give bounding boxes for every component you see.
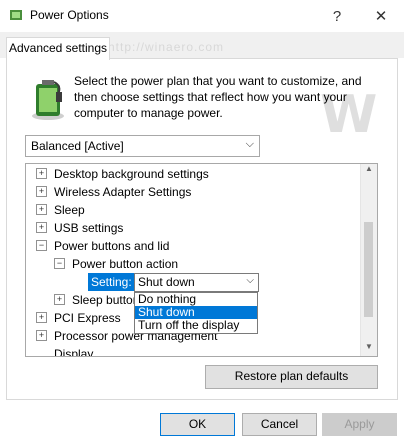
tree-item[interactable]: + Sleep button — [54, 291, 139, 309]
settings-tree[interactable]: + Desktop background settings + Wireless A… — [25, 163, 378, 357]
setting-value: Shut down — [138, 275, 195, 289]
expand-icon[interactable]: + — [36, 312, 47, 324]
tree-item[interactable]: + USB settings — [36, 219, 123, 237]
scroll-up-icon[interactable]: ▲ — [361, 164, 377, 178]
expand-icon[interactable]: + — [36, 204, 47, 216]
power-plan-select[interactable]: Balanced [Active] ⌵ — [25, 135, 260, 157]
window-title: Power Options — [30, 8, 109, 22]
setting-dropdown[interactable]: Do nothing Shut down Turn off the displa… — [134, 292, 258, 334]
tab-advanced-settings[interactable]: Advanced settings — [6, 37, 110, 60]
scrollbar-thumb[interactable] — [364, 222, 373, 317]
tree-item[interactable]: − Power buttons and lid — [36, 237, 169, 255]
expand-icon[interactable]: + — [54, 294, 65, 306]
collapse-icon[interactable]: − — [36, 240, 47, 252]
tree-item[interactable]: + Sleep — [36, 201, 85, 219]
battery-plan-icon — [32, 80, 64, 120]
vertical-scrollbar[interactable]: ▲ ▼ — [360, 164, 377, 356]
help-button[interactable]: ? — [320, 0, 354, 32]
tree-item[interactable]: + Wireless Adapter Settings — [36, 183, 191, 201]
tree-item[interactable]: − Power button action — [54, 255, 178, 273]
expand-icon[interactable]: + — [36, 186, 47, 198]
chevron-down-icon: ⌵ — [246, 275, 254, 286]
power-options-icon — [10, 10, 22, 20]
tree-item[interactable]: Display — [54, 345, 93, 356]
restore-plan-defaults-button[interactable]: Restore plan defaults — [205, 365, 378, 389]
expand-icon[interactable]: + — [36, 168, 47, 180]
title-bar: Power Options ? ✕ — [0, 0, 404, 32]
watermark-url: http://winaero.com — [108, 40, 225, 54]
ok-button[interactable]: OK — [160, 413, 235, 436]
expand-icon[interactable]: + — [36, 222, 47, 234]
power-plan-value: Balanced [Active] — [31, 139, 124, 153]
setting-combo[interactable]: Shut down ⌵ — [134, 273, 259, 292]
dropdown-option[interactable]: Turn off the display — [135, 319, 257, 332]
tree-item[interactable]: + PCI Express — [36, 309, 121, 327]
collapse-icon[interactable]: − — [54, 258, 65, 270]
expand-icon[interactable]: + — [36, 330, 47, 342]
chevron-down-icon: ⌵ — [245, 138, 254, 150]
apply-button[interactable]: Apply — [322, 413, 397, 436]
setting-label: Setting: — [88, 273, 135, 291]
intro-text: Select the power plan that you want to c… — [74, 74, 362, 120]
scroll-down-icon[interactable]: ▼ — [361, 342, 377, 356]
cancel-button[interactable]: Cancel — [242, 413, 317, 436]
tree-item[interactable]: + Desktop background settings — [36, 165, 209, 183]
close-button[interactable]: ✕ — [364, 0, 398, 32]
